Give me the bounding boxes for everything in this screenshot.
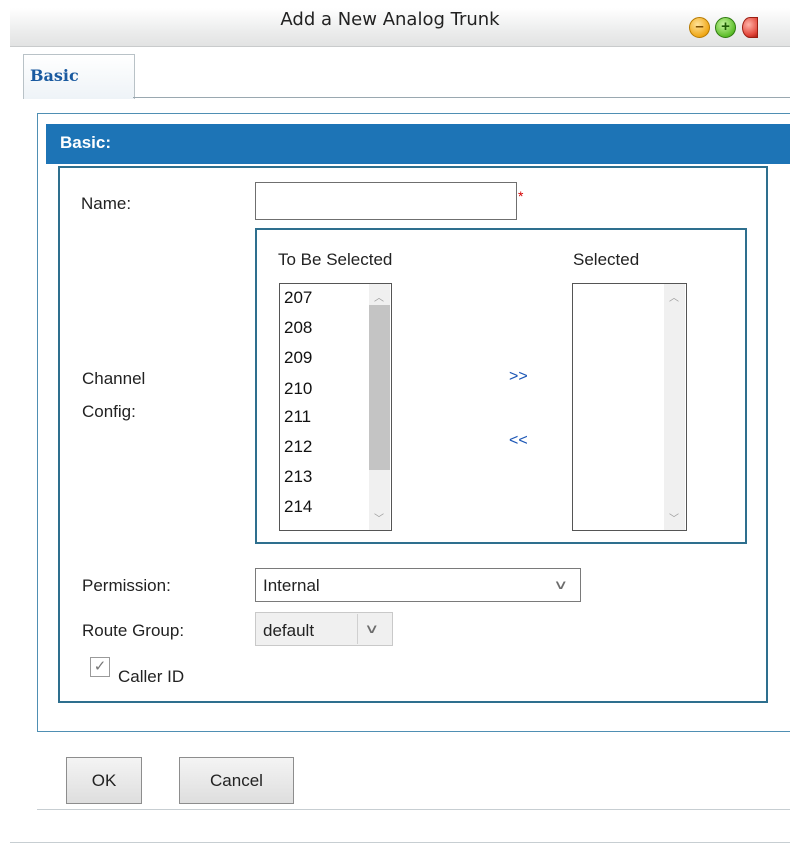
permission-value: Internal (263, 576, 320, 595)
list-item[interactable]: 214 (284, 497, 312, 517)
scrollbar-thumb[interactable] (369, 305, 390, 470)
list-item[interactable]: 213 (284, 467, 312, 487)
list-item[interactable]: 210 (284, 379, 312, 399)
remove-channel-button[interactable]: << (509, 432, 528, 450)
scroll-down-icon[interactable]: ﹀ (669, 510, 679, 525)
route-group-value: default (263, 621, 315, 640)
route-group-label: Route Group: (82, 621, 185, 640)
check-icon: ✓ (93, 658, 107, 675)
selected-list-scrollbar[interactable] (664, 284, 685, 530)
caller-id-checkbox[interactable]: ✓ (90, 657, 110, 677)
channel-config-label-line2: Config: (82, 402, 136, 421)
scroll-up-icon[interactable]: ︿ (669, 289, 679, 304)
chevron-down-icon: ∨ (364, 621, 380, 636)
add-channel-button[interactable]: >> (509, 368, 528, 386)
channel-config-label-line1: Channel (82, 369, 146, 388)
tab-basic-label: Basic (30, 66, 79, 85)
ok-button[interactable]: OK (66, 757, 142, 804)
select-divider (357, 614, 358, 644)
chevron-down-icon: ∨ (553, 577, 569, 592)
name-label: Name: (81, 194, 132, 213)
name-field[interactable] (255, 182, 517, 220)
list-item[interactable]: 209 (284, 348, 312, 368)
list-item[interactable]: 208 (284, 318, 312, 338)
permission-label: Permission: (82, 576, 171, 595)
list-item[interactable]: 212 (284, 437, 312, 457)
scroll-up-icon[interactable]: ︿ (374, 289, 384, 304)
section-title: Basic: (60, 133, 112, 152)
maximize-icon[interactable]: + (715, 17, 736, 38)
tab-divider (133, 97, 790, 98)
scroll-down-icon[interactable]: ﹀ (374, 510, 384, 525)
minimize-icon[interactable]: – (689, 17, 710, 38)
window-title: Add a New Analog Trunk (280, 9, 500, 30)
selected-title: Selected (573, 250, 640, 269)
close-icon[interactable] (742, 17, 758, 38)
cancel-button[interactable]: Cancel (179, 757, 294, 804)
list-item[interactable]: 207 (284, 288, 312, 308)
window-bottom-border (10, 842, 790, 843)
to-be-selected-title: To Be Selected (278, 250, 393, 269)
section-header (46, 124, 790, 164)
required-mark: * (518, 188, 524, 204)
caller-id-label: Caller ID (118, 667, 185, 686)
list-item[interactable]: 211 (284, 407, 311, 427)
footer-divider (37, 809, 790, 810)
